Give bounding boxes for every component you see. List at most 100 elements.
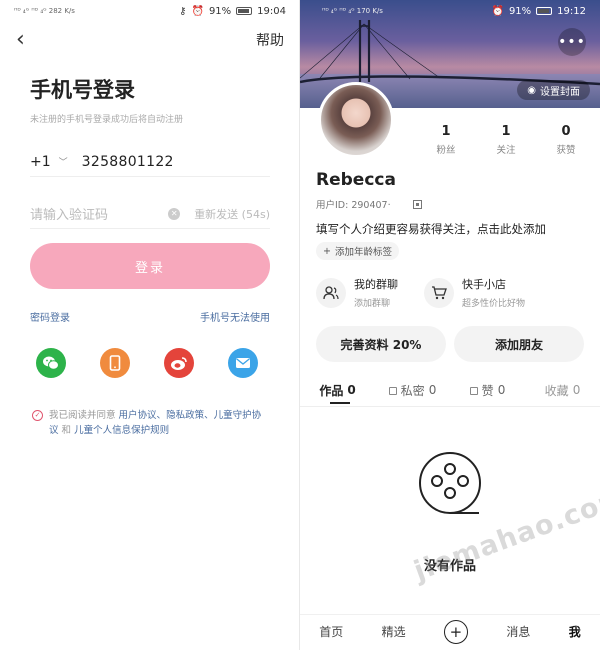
help-link[interactable]: 帮助 (256, 30, 284, 50)
nav-home[interactable]: 首页 (319, 623, 343, 640)
tab-likes-count: 0 (497, 383, 506, 397)
group-chat-entry[interactable]: 我的群聊 添加群聊 (316, 276, 398, 309)
avatar[interactable] (318, 82, 394, 158)
lock-icon (469, 387, 478, 395)
film-reel-icon (419, 452, 481, 514)
followers-stat[interactable]: 1 粉丝 (436, 124, 455, 156)
agreement-prefix: 我已阅读并同意 (49, 410, 119, 421)
weibo-icon[interactable] (164, 348, 194, 378)
group-icon (316, 277, 346, 308)
cart-icon (424, 277, 454, 308)
following-stat[interactable]: 1 关注 (496, 124, 515, 156)
likes-stat[interactable]: 0 获赞 (556, 124, 575, 156)
tab-works[interactable]: 作品 0 (300, 381, 375, 399)
content-tabs: 作品 0 私密 0 赞0 收藏 0 (300, 381, 600, 399)
empty-state-text: 没有作品 (423, 559, 476, 574)
followers-label: 粉丝 (436, 145, 456, 156)
tab-likes[interactable]: 赞0 (450, 381, 525, 399)
chevron-down-icon: ﹀ (58, 158, 68, 168)
page-subtitle: 未注册的手机号登录成功后将自动注册 (30, 115, 184, 125)
wechat-icon[interactable] (36, 348, 66, 378)
shop-entry[interactable]: 快手小店超多性价比好物 (424, 276, 525, 309)
status-bar: ᴴᴰ ₄ᴳ ᴴᴰ ₄ᴳ 282 K/s ⚷ ⏰ 91% 19:04 (0, 0, 300, 22)
agreement-and: 和 (58, 425, 75, 436)
profile-screen: ᴴᴰ ₄ᴳ ᴴᴰ ₄ᴳ 170 K/s ⏰ 91% 19:12 ••• ◉ 设置… (300, 0, 600, 650)
agreement-separator-2: 、 (204, 410, 214, 421)
country-code-select[interactable]: +1 ﹀ (30, 154, 68, 170)
tab-favorites-count: 0 (572, 383, 581, 397)
nav-featured[interactable]: 精选 (382, 623, 406, 640)
followers-count: 1 (441, 124, 451, 139)
signal-indicators: ᴴᴰ ₄ᴳ ᴴᴰ ₄ᴳ 170 K/s (322, 7, 383, 15)
set-cover-button[interactable]: ◉ 设置封面 (517, 80, 590, 100)
more-icon[interactable]: ••• (558, 28, 586, 56)
mail-icon[interactable] (228, 348, 258, 378)
group-chat-title: 我的群聊 (354, 278, 398, 291)
qr-code-icon[interactable] (412, 199, 422, 209)
group-chat-sub: 添加群聊 (354, 299, 391, 309)
battery-percent: 91% (508, 5, 532, 17)
following-label: 关注 (496, 145, 516, 156)
tab-works-count: 0 (347, 383, 356, 397)
phone-icon[interactable] (100, 348, 130, 378)
resend-button[interactable]: 重新发送 (54s) (194, 206, 270, 222)
privacy-policy-link[interactable]: 隐私政策 (166, 410, 204, 421)
tab-likes-label: 赞 (481, 383, 494, 398)
likes-count: 0 (561, 124, 571, 139)
page-title: 手机号登录 (30, 78, 135, 102)
tab-divider (300, 406, 600, 407)
tab-private-label: 私密 (400, 383, 425, 398)
clock: 19:04 (257, 5, 286, 17)
verification-code-field[interactable]: 请输入验证码 ✕ 重新发送 (54s) (30, 199, 270, 229)
shop-sub: 超多性价比好物 (462, 299, 526, 309)
complete-profile-button[interactable]: 完善资料 20% (316, 326, 446, 362)
phone-field[interactable]: +1 ﹀ 3258801122 (30, 147, 270, 177)
child-info-rules-link[interactable]: 儿童个人信息保护规则 (74, 425, 169, 436)
back-icon[interactable]: ‹ (16, 29, 25, 51)
login-button[interactable]: 登录 (30, 243, 270, 289)
battery-icon (536, 7, 553, 15)
camera-icon: ◉ (527, 84, 536, 96)
nav-messages[interactable]: 消息 (506, 623, 530, 640)
lock-icon (388, 387, 397, 395)
agree-checkbox-icon[interactable]: ✓ (32, 410, 43, 421)
add-age-tag-button[interactable]: + 添加年龄标签 (316, 242, 399, 260)
agreement: ✓ 我已阅读并同意 用户协议、隐私政策、儿童守护协议 和 儿童个人信息保护规则 (32, 408, 270, 438)
phone-unavailable-link[interactable]: 手机号无法使用 (200, 309, 270, 324)
clear-icon[interactable]: ✕ (168, 207, 181, 220)
battery-icon (236, 7, 253, 15)
alarm-icon: ⏰ (191, 5, 204, 17)
phone-number: 3258801122 (81, 153, 174, 170)
username: Rebecca (316, 170, 396, 190)
following-count: 1 (501, 124, 511, 139)
tab-private[interactable]: 私密 0 (375, 381, 450, 399)
tab-private-count: 0 (428, 383, 437, 397)
password-login-link[interactable]: 密码登录 (30, 309, 70, 324)
age-tag-label: 添加年龄标签 (334, 247, 392, 258)
key-icon: ⚷ (179, 5, 187, 17)
clock: 19:12 (557, 5, 586, 17)
alarm-icon: ⏰ (491, 5, 504, 17)
tab-works-label: 作品 (319, 383, 344, 398)
user-agreement-link[interactable]: 用户协议 (119, 410, 157, 421)
third-party-login (36, 348, 300, 378)
bio-prompt[interactable]: 填写个人介绍更容易获得关注，点击此处添加 (316, 221, 546, 237)
shop-title: 快手小店 (462, 278, 506, 291)
code-placeholder: 请输入验证码 (30, 208, 109, 223)
tab-favorites-label: 收藏 (544, 383, 569, 398)
tab-favorites[interactable]: 收藏 0 (525, 381, 600, 399)
signal-indicators: ᴴᴰ ₄ᴳ ᴴᴰ ₄ᴳ 282 K/s (14, 7, 75, 15)
battery-percent: 91% (208, 5, 232, 17)
profile-stats: 1 粉丝 1 关注 0 获赞 (416, 124, 596, 156)
login-screen: ᴴᴰ ₄ᴳ ᴴᴰ ₄ᴳ 282 K/s ⚷ ⏰ 91% 19:04 ‹ 帮助 手… (0, 0, 300, 650)
country-code: +1 (30, 153, 51, 170)
bottom-nav: 首页 精选 + 消息 我 (300, 614, 600, 648)
active-tab-indicator (330, 402, 350, 404)
add-friend-button[interactable]: 添加朋友 (454, 326, 584, 362)
plus-icon: + (323, 245, 331, 257)
likes-label: 获赞 (556, 145, 576, 156)
add-icon[interactable]: + (443, 619, 468, 644)
set-cover-label: 设置封面 (540, 86, 580, 98)
nav-me[interactable]: 我 (569, 623, 581, 640)
user-id: 用户ID: 290407· (316, 200, 391, 211)
